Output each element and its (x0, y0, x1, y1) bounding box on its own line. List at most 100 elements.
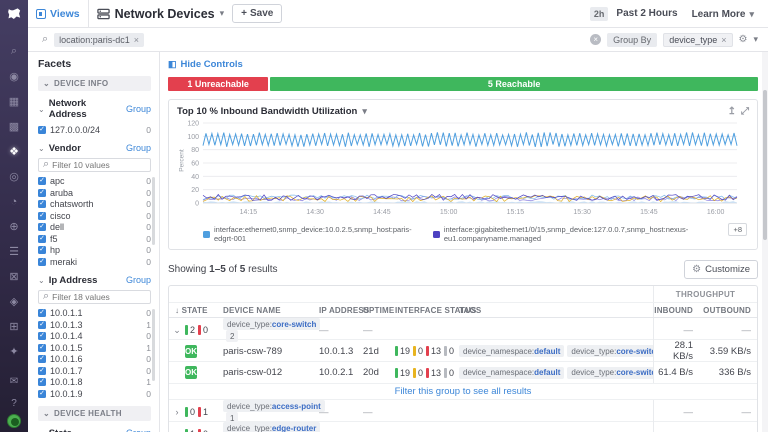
unreachable-segment[interactable]: 1 Unreachable (168, 77, 268, 91)
nav-integrations-icon[interactable]: ⊞ (0, 314, 28, 339)
page-scrollbar[interactable] (762, 52, 768, 432)
facet-value-row[interactable]: ✓hp0 (38, 245, 151, 257)
nav-security-icon[interactable]: ◈ (0, 289, 28, 314)
nav-chat-icon[interactable]: ✉ (0, 370, 28, 392)
nav-watchdog-icon[interactable]: ◉ (0, 64, 28, 89)
facet-value-row[interactable]: ✓chatsworth0 (38, 199, 151, 211)
clear-group-by-icon[interactable]: × (590, 34, 601, 45)
col-header-outbound[interactable]: OUTBOUND (699, 306, 757, 315)
device-name[interactable]: paris-csw-789 (223, 346, 319, 357)
col-header-uptime[interactable]: UPTIME (363, 306, 395, 315)
facet-value-row[interactable]: ✓10.0.1.81 (38, 377, 151, 389)
tag-pill[interactable]: device_type:core-switch (567, 367, 653, 379)
checkbox-checked[interactable]: ✓ (38, 355, 46, 363)
group-by-caret-icon[interactable]: ▾ (753, 34, 758, 45)
checkbox-checked[interactable]: ✓ (38, 321, 46, 329)
col-header-interface-status[interactable]: INTERFACE STATUS (395, 306, 459, 315)
facet-value-row[interactable]: ✓f50 (38, 233, 151, 245)
views-button[interactable]: Views (36, 8, 80, 20)
facet-value-row[interactable]: ✓10.0.1.40 (38, 331, 151, 343)
facet-group-action[interactable]: Group (126, 104, 151, 114)
facet-value-row[interactable]: ✓aruba0 (38, 187, 151, 199)
checkbox-checked[interactable]: ✓ (38, 390, 46, 398)
search-bar[interactable]: ⌕ location:paris-dc1 × × Group By device… (28, 28, 768, 52)
facet-filter-input[interactable] (52, 160, 146, 170)
legend-item[interactable]: interface:gigabitethernet1/0/15,snmp_dev… (433, 225, 749, 243)
nav-network-devices-icon[interactable]: ❖ (0, 139, 28, 164)
facet-value-row[interactable]: ✓meraki0 (38, 256, 151, 268)
facet-chevron-icon[interactable]: ⌄ (38, 105, 45, 114)
legend-item[interactable]: interface:ethernet0,snmp_device:10.0.2.5… (203, 225, 419, 243)
nav-monitors-icon[interactable]: ◎ (0, 164, 28, 189)
col-header-inbound[interactable]: INBOUND (653, 303, 699, 317)
page-title-menu[interactable]: Network Devices ▾ (97, 7, 225, 21)
col-header-tags[interactable]: TAGS (459, 306, 653, 315)
time-shortcut-pill[interactable]: 2h (590, 7, 609, 21)
remove-group-by-icon[interactable]: × (721, 35, 726, 45)
chart-title[interactable]: Top 10 % Inbound Bandwidth Utilization (177, 106, 357, 117)
fullscreen-icon[interactable]: ⤢ (741, 106, 749, 117)
checkbox-checked[interactable]: ✓ (38, 212, 46, 220)
reachable-segment[interactable]: 5 Reachable (270, 77, 758, 91)
device-name[interactable]: paris-csw-012 (223, 367, 319, 378)
facet-group-action[interactable]: Group (126, 143, 151, 153)
tag-pill[interactable]: device_namespace:default (459, 367, 564, 379)
time-range-selector[interactable]: Past 2 Hours (616, 8, 677, 19)
save-button[interactable]: + Save (232, 4, 282, 23)
remove-filter-icon[interactable]: × (134, 35, 139, 45)
nav-synthetics-icon[interactable]: ◔ (0, 189, 28, 214)
group-tag-pill[interactable]: device_type:access-point (223, 400, 325, 412)
facet-value-row[interactable]: ✓dell0 (38, 222, 151, 234)
facet-filter[interactable]: ⌕ (38, 158, 151, 172)
facet-value-row[interactable]: ✓10.0.1.60 (38, 354, 151, 366)
facet-value-row[interactable]: ✓10.0.1.51 (38, 342, 151, 354)
tag-pill[interactable]: device_namespace:default (459, 345, 564, 357)
table-row-device[interactable]: OKparis-csw-01210.0.2.120d190130device_n… (169, 362, 757, 384)
facet-value-row[interactable]: ✓apc0 (38, 176, 151, 188)
facet-chevron-icon[interactable]: ⌄ (38, 144, 45, 153)
hide-controls-button[interactable]: ◧ Hide Controls (168, 59, 758, 70)
facet-value-row[interactable]: ✓10.0.1.31 (38, 319, 151, 331)
checkbox-checked[interactable]: ✓ (38, 177, 46, 185)
group-tag-pill[interactable]: device_type:core-switch (223, 318, 320, 330)
nav-settings-icon[interactable]: ✦ (0, 339, 28, 364)
group-tag-pill[interactable]: device_type:edge-router (223, 422, 320, 432)
facet-section-device-health[interactable]: ⌄DEVICE HEALTH (38, 406, 151, 421)
col-header-ip-address[interactable]: IP ADDRESS (319, 306, 363, 315)
checkbox-checked[interactable]: ✓ (38, 235, 46, 243)
row-chevron-icon[interactable]: › (169, 407, 185, 417)
nav-infrastructure-icon[interactable]: ▩ (0, 114, 28, 139)
nav-logs-icon[interactable]: ☰ (0, 239, 28, 264)
user-avatar[interactable] (7, 414, 21, 428)
checkbox-checked[interactable]: ✓ (38, 189, 46, 197)
checkbox-checked[interactable]: ✓ (38, 223, 46, 231)
facet-filter[interactable]: ⌕ (38, 290, 151, 304)
filter-group-link[interactable]: Filter this group to see all results (395, 386, 532, 397)
facet-value-row[interactable]: ✓10.0.1.10 (38, 308, 151, 320)
nav-apm-icon[interactable]: ⊕ (0, 214, 28, 239)
row-chevron-icon[interactable]: ⌄ (169, 325, 185, 336)
checkbox-checked[interactable]: ✓ (38, 246, 46, 254)
table-row-device[interactable]: OKparis-csw-78910.0.1.321d190130device_n… (169, 340, 757, 362)
learn-more-button[interactable]: Learn More ▾ (686, 2, 760, 26)
line-chart[interactable]: 02040608010012014:1514:3014:4515:0015:15… (177, 119, 742, 219)
facet-value-row[interactable]: ✓10.0.1.70 (38, 365, 151, 377)
page-scrollbar-thumb[interactable] (763, 90, 767, 240)
facet-section-device-info[interactable]: ⌄DEVICE INFO (38, 76, 151, 91)
nav-help-icon[interactable]: ? (0, 392, 28, 414)
facet-chevron-icon[interactable]: ⌄ (38, 276, 45, 285)
checkbox-checked[interactable]: ✓ (38, 332, 46, 340)
checkbox-checked[interactable]: ✓ (38, 344, 46, 352)
facet-group-action[interactable]: Group (126, 428, 151, 432)
table-row-group[interactable]: ›10device_type:edge-router1———— (169, 422, 757, 432)
facet-group-action[interactable]: Group (126, 275, 151, 285)
datadog-logo-icon[interactable] (4, 5, 24, 25)
customize-button[interactable]: ⚙ Customize (684, 260, 758, 279)
group-by-pill[interactable]: device_type × (663, 33, 732, 47)
search-filter-tag[interactable]: location:paris-dc1 × (54, 33, 144, 47)
export-icon[interactable]: ↥ (728, 106, 736, 117)
nav-search-icon[interactable]: ⌕ (0, 39, 28, 64)
checkbox-checked[interactable]: ✓ (38, 126, 46, 134)
facet-value-row[interactable]: ✓127.0.0.0/240 (38, 124, 151, 136)
group-by-settings-icon[interactable]: ⚙ (739, 34, 748, 45)
